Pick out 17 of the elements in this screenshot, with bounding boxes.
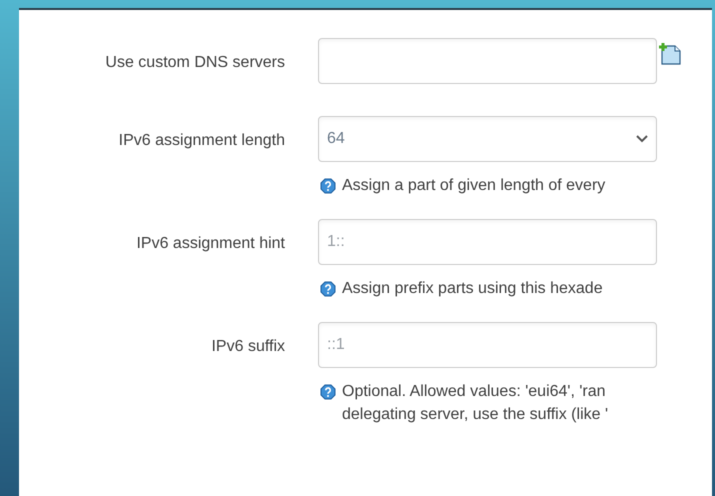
chevron-down-icon	[636, 135, 648, 143]
help-icon	[320, 384, 336, 400]
text-field[interactable]: 1::	[318, 219, 657, 265]
text-field[interactable]	[318, 38, 657, 84]
help-text: Assign a part of given length of every	[342, 176, 606, 196]
add-document-icon[interactable]	[658, 43, 682, 65]
field-label: IPv6 assignment hint	[136, 235, 285, 252]
help-text: Optional. Allowed values: 'eui64', 'ran	[342, 382, 607, 402]
help-text: Assign prefix parts using this hexade	[342, 279, 603, 299]
help-text: delegating server, use the suffix (like '	[342, 405, 608, 425]
text-field[interactable]: ::1	[318, 322, 657, 368]
field-label: IPv6 suffix	[211, 338, 285, 355]
help-icon	[320, 281, 336, 297]
help-icon	[320, 178, 336, 194]
field-label: Use custom DNS servers	[105, 54, 285, 71]
field-label: IPv6 assignment length	[118, 132, 285, 149]
select-field[interactable]: 64	[318, 116, 657, 162]
